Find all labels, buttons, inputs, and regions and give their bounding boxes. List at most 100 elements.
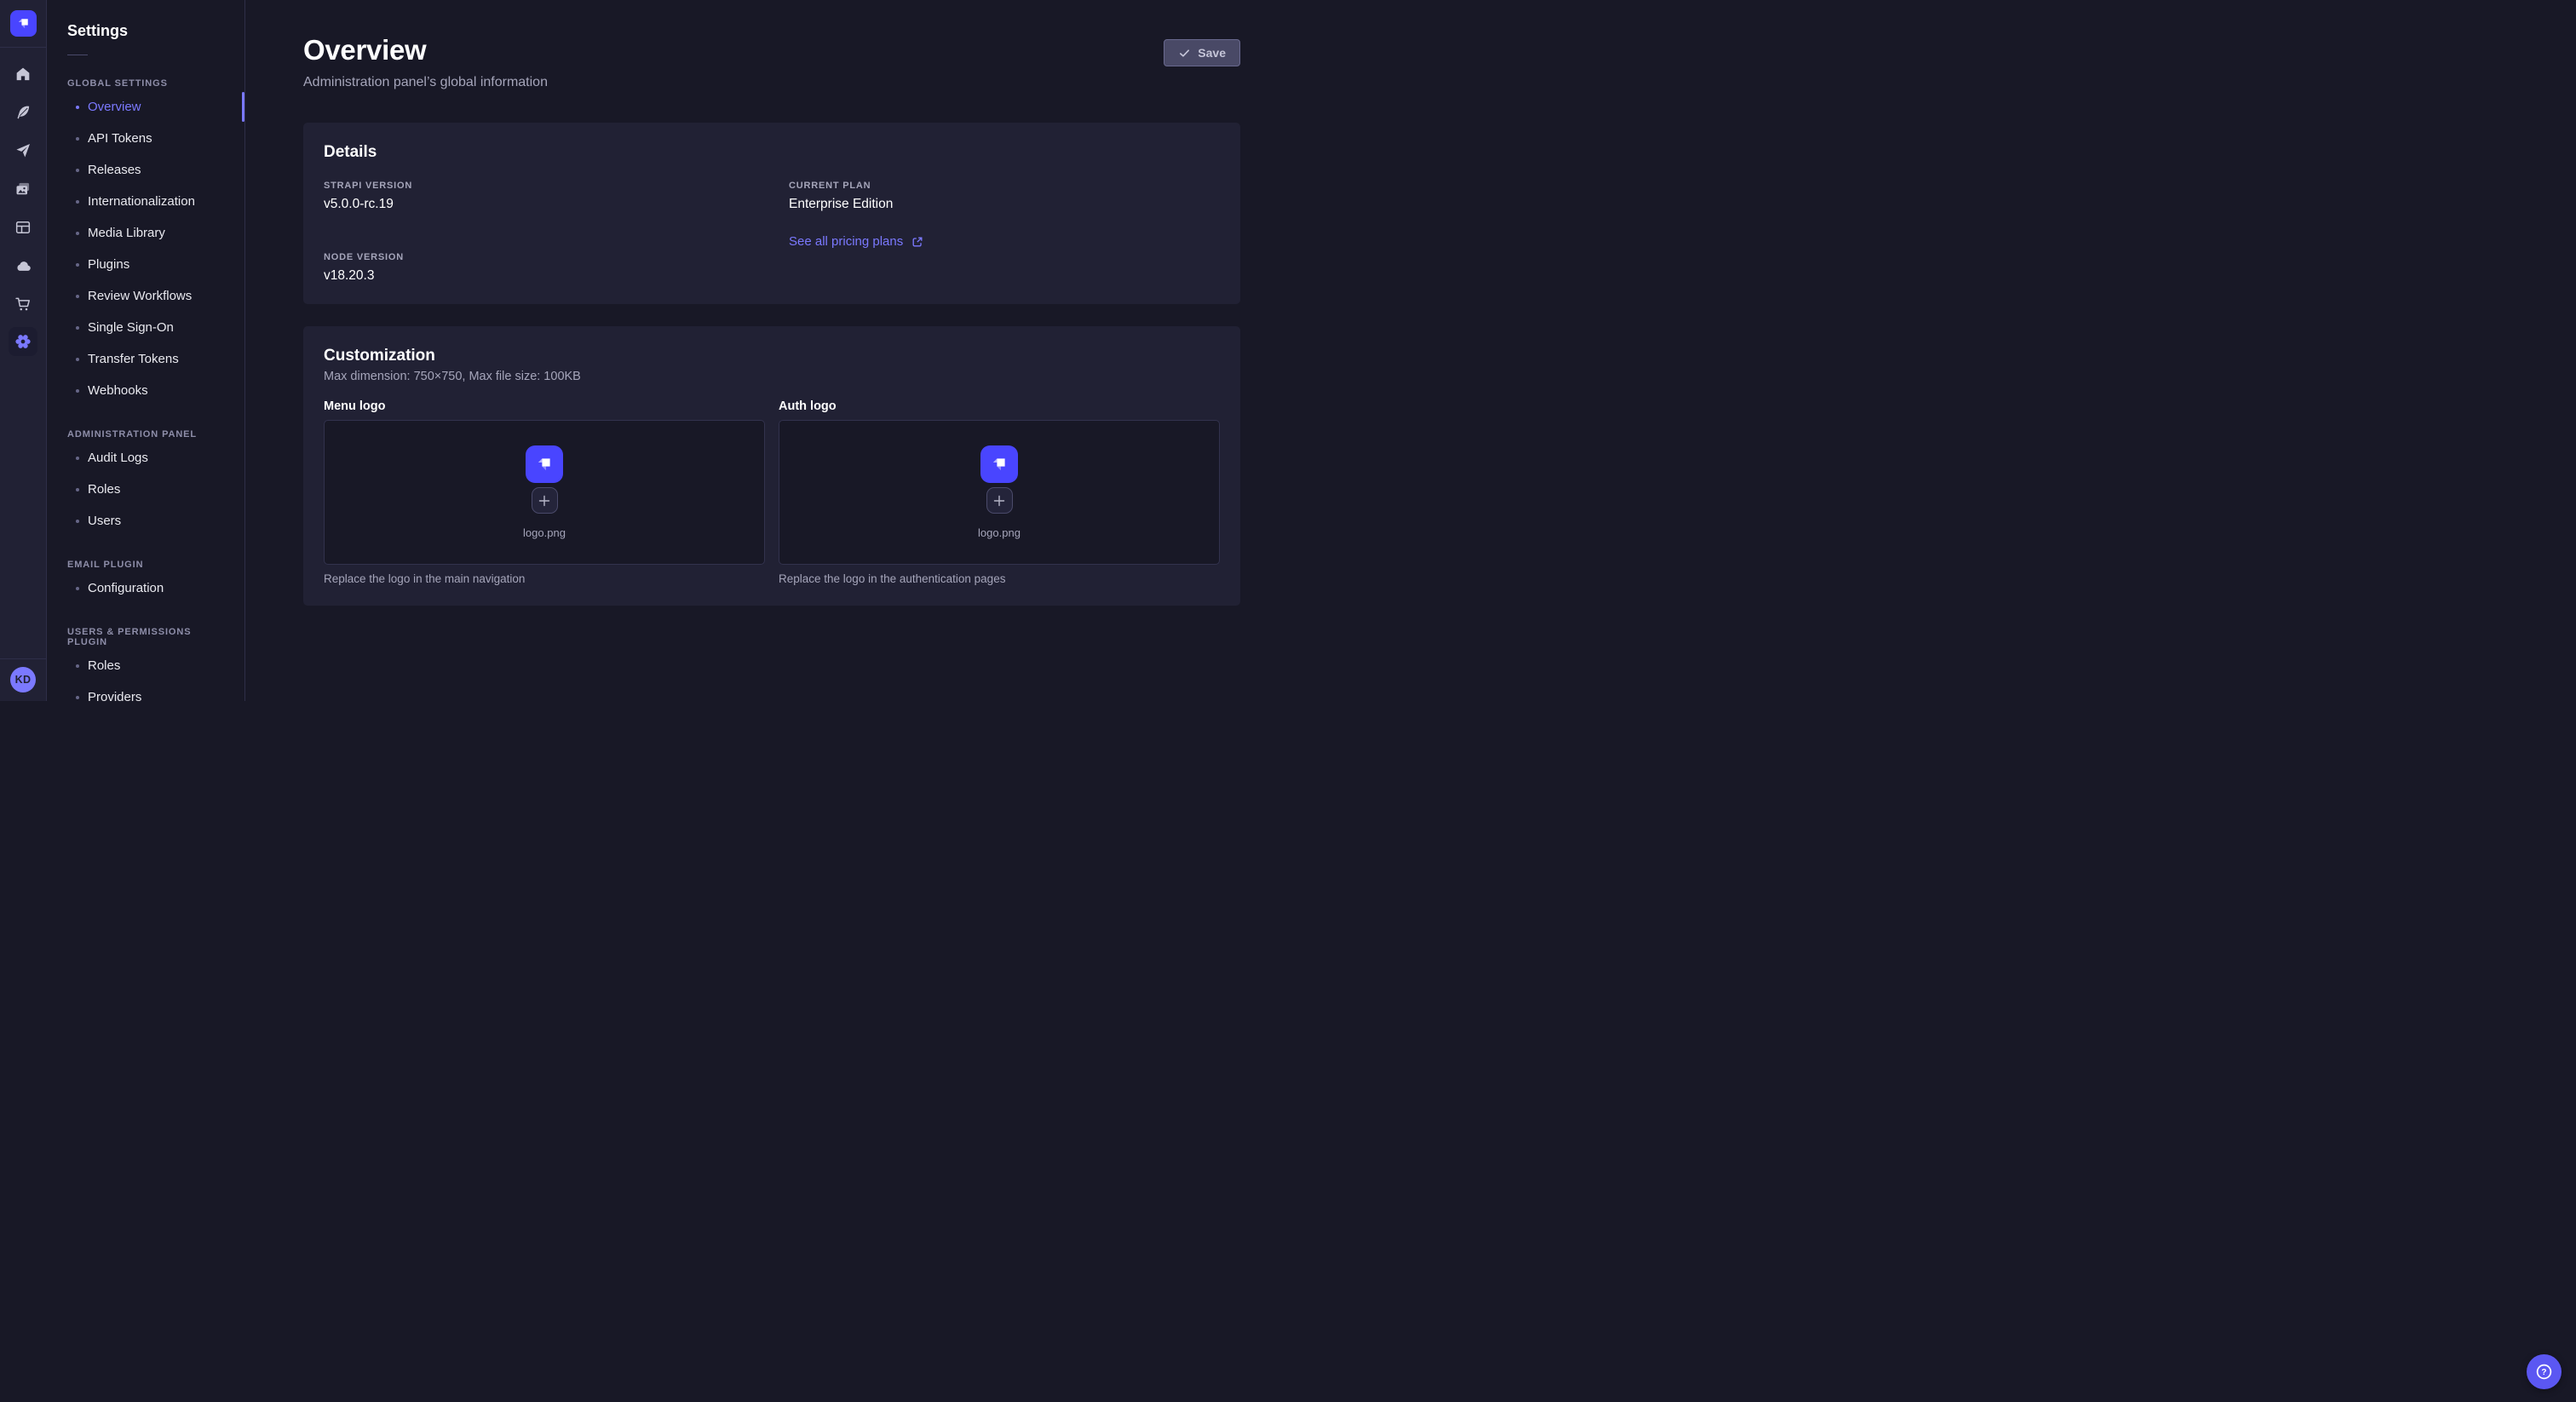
- sidebar-item-api-tokens[interactable]: API Tokens: [47, 123, 244, 154]
- node-version-value: v18.20.3: [324, 268, 755, 284]
- bullet-icon: [76, 137, 79, 141]
- home-glyph: [14, 66, 32, 83]
- strapi-version-value: v5.0.0-rc.19: [324, 197, 755, 212]
- bullet-icon: [76, 232, 79, 235]
- auth-logo-label: Auth logo: [779, 399, 1220, 413]
- bullet-icon: [76, 295, 79, 298]
- bullet-icon: [76, 664, 79, 668]
- auth-logo-block: Auth logo: [779, 399, 1220, 585]
- customization-card: Customization Max dimension: 750×750, Ma…: [303, 326, 1240, 606]
- sidebar-item-label: Webhooks: [88, 383, 148, 398]
- svg-text:?: ?: [2541, 1368, 2546, 1377]
- cloud-glyph: [14, 257, 32, 275]
- logo-uploads: Menu logo: [324, 399, 1220, 585]
- paper-plane-glyph: [14, 142, 32, 159]
- menu-logo-add-button[interactable]: [532, 487, 558, 514]
- check-icon: [1178, 47, 1191, 60]
- plus-icon: [992, 494, 1006, 508]
- sidebar-item-audit-logs[interactable]: Audit Logs: [47, 442, 244, 474]
- sidebar-item-label: Internationalization: [88, 194, 195, 209]
- section-administration-panel: ADMINISTRATION PANEL: [47, 429, 244, 440]
- details-left-column: STRAPI VERSION v5.0.0-rc.19 NODE VERSION…: [324, 181, 755, 284]
- cart-icon[interactable]: [8, 289, 38, 319]
- auth-logo-filename: logo.png: [978, 526, 1021, 539]
- pricing-plans-link[interactable]: See all pricing plans: [789, 234, 924, 249]
- settings-subnav: Settings GLOBAL SETTINGS Overview API To…: [47, 0, 245, 701]
- question-circle-icon: ?: [2534, 1362, 2554, 1382]
- customization-card-subtitle: Max dimension: 750×750, Max file size: 1…: [324, 370, 1220, 383]
- gear-glyph: [14, 332, 32, 351]
- menu-logo-block: Menu logo: [324, 399, 765, 585]
- layout-glyph: [14, 219, 32, 236]
- sidebar-item-label: Roles: [88, 482, 120, 497]
- app-window: KD Settings GLOBAL SETTINGS Overview API…: [0, 0, 1288, 701]
- page-title: Overview: [303, 34, 548, 66]
- sidebar-item-label: Single Sign-On: [88, 320, 174, 335]
- sidebar-item-label: Transfer Tokens: [88, 352, 179, 366]
- main-content: Overview Administration panel’s global i…: [245, 0, 1288, 701]
- media-images-icon[interactable]: [8, 174, 38, 204]
- auth-logo-dropzone[interactable]: logo.png: [779, 420, 1220, 565]
- strapi-logo-icon: [989, 454, 1009, 474]
- auth-logo-add-button[interactable]: [986, 487, 1013, 514]
- feather-glyph: [14, 104, 32, 121]
- cart-glyph: [14, 296, 32, 313]
- settings-gear-icon[interactable]: [9, 327, 37, 356]
- main-icon-sidebar: KD: [0, 0, 47, 701]
- bullet-icon: [76, 389, 79, 393]
- strapi-logo-icon: [15, 15, 32, 32]
- strapi-logo[interactable]: [10, 10, 37, 37]
- sidebar-item-admin-roles[interactable]: Roles: [47, 474, 244, 505]
- details-card: Details STRAPI VERSION v5.0.0-rc.19 NODE…: [303, 123, 1240, 304]
- sidebar-item-label: Overview: [88, 100, 141, 114]
- sidebar-item-media-library[interactable]: Media Library: [47, 217, 244, 249]
- sidebar-item-transfer-tokens[interactable]: Transfer Tokens: [47, 343, 244, 375]
- help-button[interactable]: ?: [2527, 1354, 2562, 1389]
- strapi-version-label: STRAPI VERSION: [324, 181, 755, 191]
- strapi-version-field: STRAPI VERSION v5.0.0-rc.19: [324, 181, 755, 212]
- bullet-icon: [76, 263, 79, 267]
- sidebar-item-single-sign-on[interactable]: Single Sign-On: [47, 312, 244, 343]
- sidebar-item-plugins[interactable]: Plugins: [47, 249, 244, 280]
- current-plan-label: CURRENT PLAN: [789, 181, 1220, 191]
- sidebar-item-email-configuration[interactable]: Configuration: [47, 572, 244, 604]
- home-icon[interactable]: [8, 59, 38, 89]
- node-version-field: NODE VERSION v18.20.3: [324, 252, 755, 284]
- sidebar-item-label: Review Workflows: [88, 289, 192, 303]
- layout-icon[interactable]: [8, 212, 38, 243]
- menu-logo-dropzone[interactable]: logo.png: [324, 420, 765, 565]
- bullet-icon: [76, 488, 79, 491]
- plus-icon: [538, 494, 551, 508]
- sidebar-item-webhooks[interactable]: Webhooks: [47, 375, 244, 406]
- sidebar-item-releases[interactable]: Releases: [47, 154, 244, 186]
- paper-plane-icon[interactable]: [8, 135, 38, 166]
- sidebar-item-up-roles[interactable]: Roles: [47, 650, 244, 681]
- sidebar-item-internationalization[interactable]: Internationalization: [47, 186, 244, 217]
- bullet-icon: [76, 587, 79, 590]
- sidebar-item-admin-users[interactable]: Users: [47, 505, 244, 537]
- sidebar-item-label: Audit Logs: [88, 451, 148, 465]
- pricing-plans-link-label: See all pricing plans: [789, 234, 903, 249]
- menu-logo-helper: Replace the logo in the main navigation: [324, 572, 765, 585]
- external-link-icon: [911, 235, 924, 249]
- auth-logo-preview: [980, 445, 1018, 483]
- bullet-icon: [76, 200, 79, 204]
- bullet-icon: [76, 326, 79, 330]
- save-button[interactable]: Save: [1164, 39, 1240, 66]
- brand-area: [0, 0, 46, 48]
- bullet-icon: [76, 358, 79, 361]
- sidebar-item-review-workflows[interactable]: Review Workflows: [47, 280, 244, 312]
- sidebar-item-overview[interactable]: Overview: [47, 91, 244, 123]
- feather-icon[interactable]: [8, 97, 38, 128]
- cloud-icon[interactable]: [8, 250, 38, 281]
- auth-logo-helper: Replace the logo in the authentication p…: [779, 572, 1220, 585]
- user-avatar[interactable]: KD: [10, 667, 36, 692]
- section-email-plugin: EMAIL PLUGIN: [47, 560, 244, 570]
- save-button-label: Save: [1198, 46, 1226, 60]
- sidebar-item-up-providers[interactable]: Providers: [47, 681, 244, 701]
- sidebar-item-label: Roles: [88, 658, 120, 673]
- bullet-icon: [76, 520, 79, 523]
- sidebar-item-label: Users: [88, 514, 121, 528]
- page-header: Overview Administration panel’s global i…: [303, 34, 1240, 90]
- details-card-title: Details: [324, 143, 1220, 162]
